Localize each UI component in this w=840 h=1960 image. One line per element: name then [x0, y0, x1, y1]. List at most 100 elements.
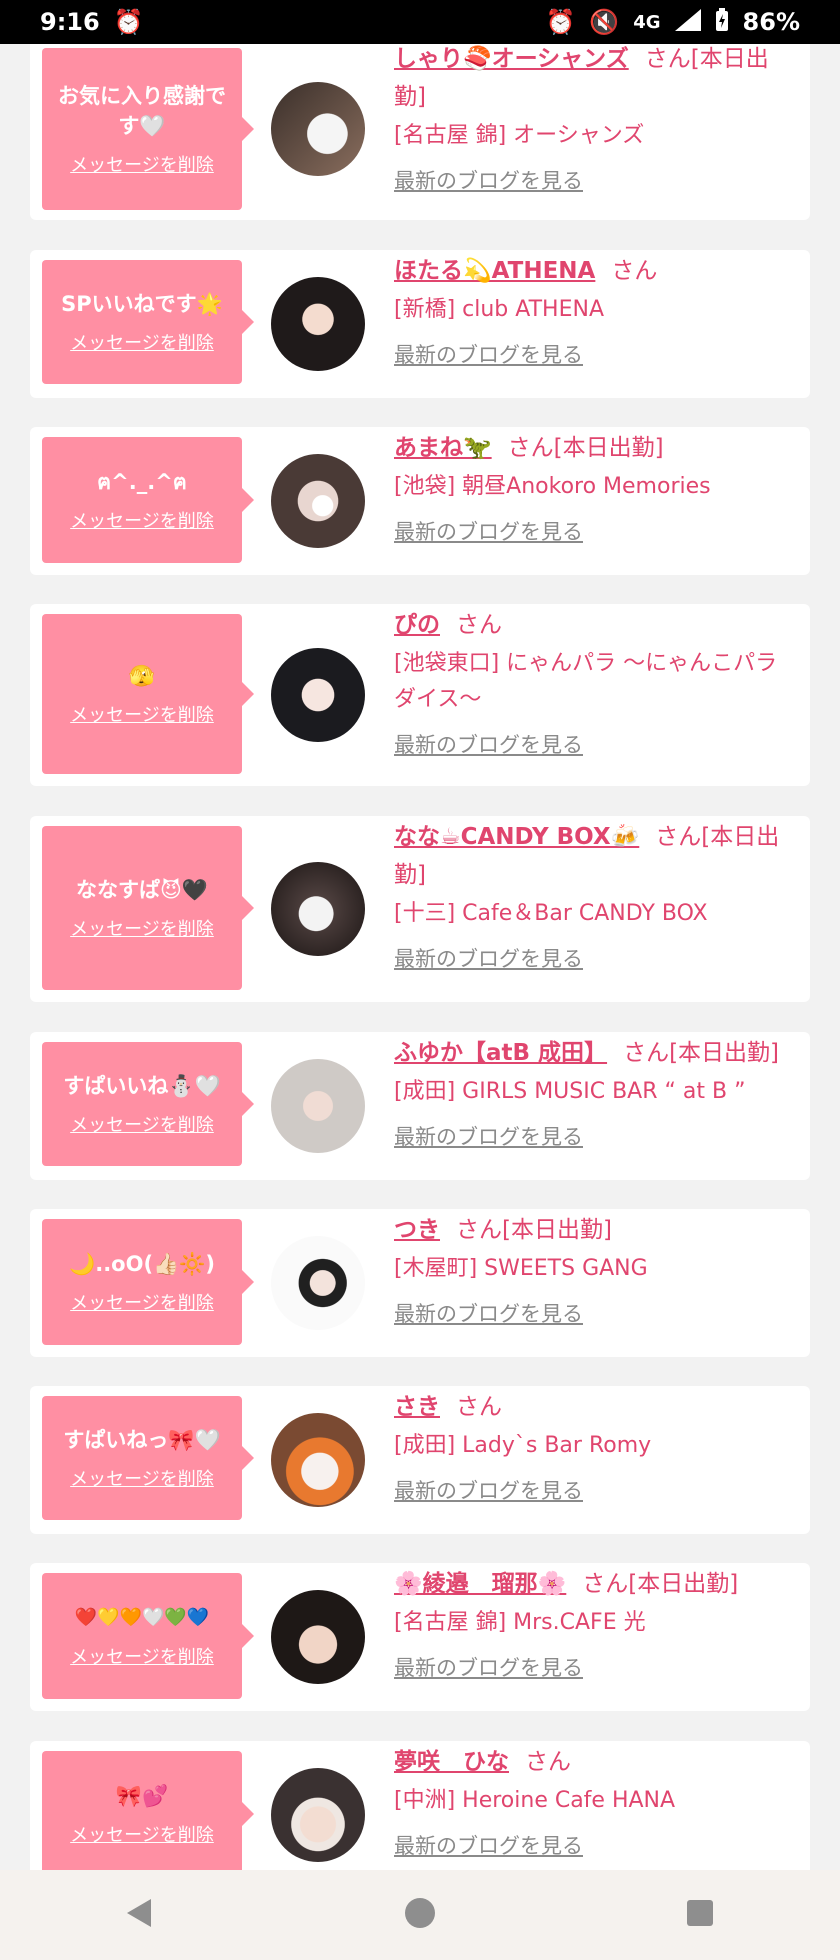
delete-message-link[interactable]: メッセージを削除	[70, 1465, 214, 1491]
cast-info: 夢咲 ひな さん [中洲] Heroine Cafe HANA 最新のブログを見る	[394, 1743, 790, 1863]
avatar[interactable]	[271, 1413, 365, 1507]
alarm-icon: ⏰	[545, 8, 576, 36]
delete-message-link[interactable]: メッセージを削除	[70, 329, 214, 355]
delete-message-link[interactable]: メッセージを削除	[70, 1821, 214, 1847]
message-text: ❤️💛🧡🤍💚💙	[74, 1607, 210, 1628]
cast-suffix: さん	[611, 258, 658, 284]
cast-info: あまね🦖 さん[本日出勤] [池袋] 朝昼Anokoro Memories 最新の…	[394, 429, 790, 549]
shop-name: [名古屋 錦] オーシャンズ	[394, 123, 645, 148]
system-nav-bar	[0, 1870, 840, 1960]
signal-icon	[674, 9, 701, 35]
cast-name-link[interactable]: ふゆか【atB 成田】	[394, 1040, 607, 1066]
list-item: ฅ^._.^ฅ メッセージを削除 あまね🦖 さん[本日出勤] [池袋] 朝昼Ano…	[30, 427, 810, 575]
battery-level: 86%	[742, 8, 800, 36]
blog-link[interactable]: 最新のブログを見る	[394, 1120, 583, 1154]
delete-message-link[interactable]: メッセージを削除	[70, 151, 214, 177]
home-icon	[403, 1896, 437, 1934]
recents-icon	[683, 1896, 717, 1934]
cast-suffix: さん[本日出勤]	[623, 1040, 780, 1066]
cast-info: しゃり🍣オーシャンズ さん[本日出勤] [名古屋 錦] オーシャンズ 最新のブログ…	[394, 44, 790, 198]
avatar[interactable]	[271, 82, 365, 176]
cast-suffix: さん[本日出勤]	[456, 1217, 612, 1243]
avatar[interactable]	[271, 1768, 365, 1862]
cast-suffix: さん	[456, 1394, 502, 1420]
blog-link[interactable]: 最新のブログを見る	[394, 1829, 583, 1863]
blog-link[interactable]: 最新のブログを見る	[394, 164, 583, 198]
list-item: すぱいいね⛄🤍 メッセージを削除 ふゆか【atB 成田】 さん[本日出勤] [成田…	[30, 1032, 810, 1180]
avatar[interactable]	[271, 1236, 365, 1330]
shop-name: [池袋] 朝昼Anokoro Memories	[394, 474, 711, 499]
avatar[interactable]	[271, 648, 365, 742]
cast-info: つき さん[本日出勤] [木屋町] SWEETS GANG 最新のブログを見る	[394, 1211, 790, 1331]
back-icon	[123, 1896, 157, 1934]
shop-name: [成田] Lady`s Bar Romy	[394, 1433, 652, 1458]
avatar[interactable]	[271, 862, 365, 956]
cast-name-link[interactable]: ぴの	[394, 612, 440, 638]
delete-message-link[interactable]: メッセージを削除	[70, 1111, 214, 1137]
cast-suffix: さん[本日出勤]	[507, 435, 664, 461]
cast-info: ほたる💫ATHENA さん [新橋] club ATHENA 最新のブログを見る	[394, 252, 790, 372]
message-bubble: 🫣 メッセージを削除	[42, 614, 254, 774]
message-bubble: ฅ^._.^ฅ メッセージを削除	[42, 437, 254, 563]
cast-info: ぴの さん [池袋東口] にゃんパラ 〜にゃんこパラダイス〜 最新のブログを見る	[394, 606, 790, 762]
cast-name-link[interactable]: あまね🦖	[394, 435, 492, 461]
blog-link[interactable]: 最新のブログを見る	[394, 338, 583, 372]
cast-info: なな☕CANDY BOX🍻 さん[本日出勤] [十三] Cafe＆Bar CAND…	[394, 818, 790, 976]
message-bubble: ななすぱ😈🖤 メッセージを削除	[42, 826, 254, 990]
shop-name: [十三] Cafe＆Bar CANDY BOX	[394, 901, 708, 926]
cast-name-link[interactable]: なな☕CANDY BOX🍻	[394, 824, 639, 850]
message-text: 🫣	[128, 664, 156, 688]
delete-message-link[interactable]: メッセージを削除	[70, 507, 214, 533]
recents-button[interactable]	[660, 1885, 740, 1945]
delete-message-link[interactable]: メッセージを削除	[70, 1289, 214, 1315]
list-item: 🫣 メッセージを削除 ぴの さん [池袋東口] にゃんパラ 〜にゃんこパラダイス〜…	[30, 604, 810, 786]
list-item: ❤️💛🧡🤍💚💙 メッセージを削除 🌸綾邉 瑠那🌸 さん[本日出勤] [名古屋 錦]…	[30, 1563, 810, 1711]
shop-name: [成田] GIRLS MUSIC BAR “ at B ”	[394, 1079, 746, 1104]
list-item: ななすぱ😈🖤 メッセージを削除 なな☕CANDY BOX🍻 さん[本日出勤] [十…	[30, 816, 810, 1002]
message-text: 🎀💕	[115, 1784, 169, 1808]
shop-name: [木屋町] SWEETS GANG	[394, 1256, 648, 1281]
message-bubble: すぱいいね⛄🤍 メッセージを削除	[42, 1042, 254, 1166]
cast-info: さき さん [成田] Lady`s Bar Romy 最新のブログを見る	[394, 1388, 790, 1508]
message-bubble: ❤️💛🧡🤍💚💙 メッセージを削除	[42, 1573, 254, 1699]
message-text: お気に入り感謝です🤍	[58, 84, 226, 138]
status-bar: 9:16 ⏰ ⏰ 🔇 4G 86%	[0, 0, 840, 44]
avatar[interactable]	[271, 1590, 365, 1684]
blog-link[interactable]: 最新のブログを見る	[394, 1297, 583, 1331]
home-button[interactable]	[380, 1885, 460, 1945]
shop-name: [名古屋 錦] Mrs.CAFE 光	[394, 1610, 646, 1635]
cast-name-link[interactable]: しゃり🍣オーシャンズ	[394, 46, 629, 72]
blog-link[interactable]: 最新のブログを見る	[394, 942, 583, 976]
list-item: SPいいねです🌟 メッセージを削除 ほたる💫ATHENA さん [新橋] club…	[30, 250, 810, 398]
avatar[interactable]	[271, 454, 365, 548]
cast-name-link[interactable]: ほたる💫ATHENA	[394, 258, 595, 284]
cast-name-link[interactable]: 🌸綾邉 瑠那🌸	[394, 1571, 566, 1597]
message-bubble: SPいいねです🌟 メッセージを削除	[42, 260, 254, 384]
back-button[interactable]	[100, 1885, 180, 1945]
cast-name-link[interactable]: つき	[394, 1217, 440, 1243]
list-item: 🎀💕 メッセージを削除 夢咲 ひな さん [中洲] Heroine Cafe HA…	[30, 1741, 810, 1870]
network-label: 4G	[633, 11, 661, 33]
message-text: すぱいいね⛄🤍	[63, 1074, 221, 1098]
shop-name: [中洲] Heroine Cafe HANA	[394, 1788, 676, 1813]
cast-info: ふゆか【atB 成田】 さん[本日出勤] [成田] GIRLS MUSIC BAR…	[394, 1034, 790, 1154]
cast-info: 🌸綾邉 瑠那🌸 さん[本日出勤] [名古屋 錦] Mrs.CAFE 光 最新のブロ…	[394, 1565, 790, 1685]
delete-message-link[interactable]: メッセージを削除	[70, 915, 214, 941]
blog-link[interactable]: 最新のブログを見る	[394, 515, 583, 549]
blog-link[interactable]: 最新のブログを見る	[394, 1651, 583, 1685]
blog-link[interactable]: 最新のブログを見る	[394, 728, 583, 762]
message-bubble: すぱいねっ🎀🤍 メッセージを削除	[42, 1396, 254, 1520]
battery-icon	[715, 8, 729, 36]
delete-message-link[interactable]: メッセージを削除	[70, 1643, 214, 1669]
message-bubble: お気に入り感謝です🤍 メッセージを削除	[42, 48, 254, 210]
message-text: すぱいねっ🎀🤍	[63, 1428, 221, 1452]
cast-name-link[interactable]: 夢咲 ひな	[394, 1749, 509, 1775]
message-text: ななすぱ😈🖤	[75, 878, 209, 902]
delete-message-link[interactable]: メッセージを削除	[70, 701, 214, 727]
favorites-feed[interactable]: お気に入り感謝です🤍 メッセージを削除 しゃり🍣オーシャンズ さん[本日出勤] […	[0, 44, 840, 1870]
avatar[interactable]	[271, 277, 365, 371]
avatar[interactable]	[271, 1059, 365, 1153]
blog-link[interactable]: 最新のブログを見る	[394, 1474, 583, 1508]
cast-name-link[interactable]: さき	[394, 1394, 440, 1420]
list-item: お気に入り感謝です🤍 メッセージを削除 しゃり🍣オーシャンズ さん[本日出勤] […	[30, 44, 810, 220]
